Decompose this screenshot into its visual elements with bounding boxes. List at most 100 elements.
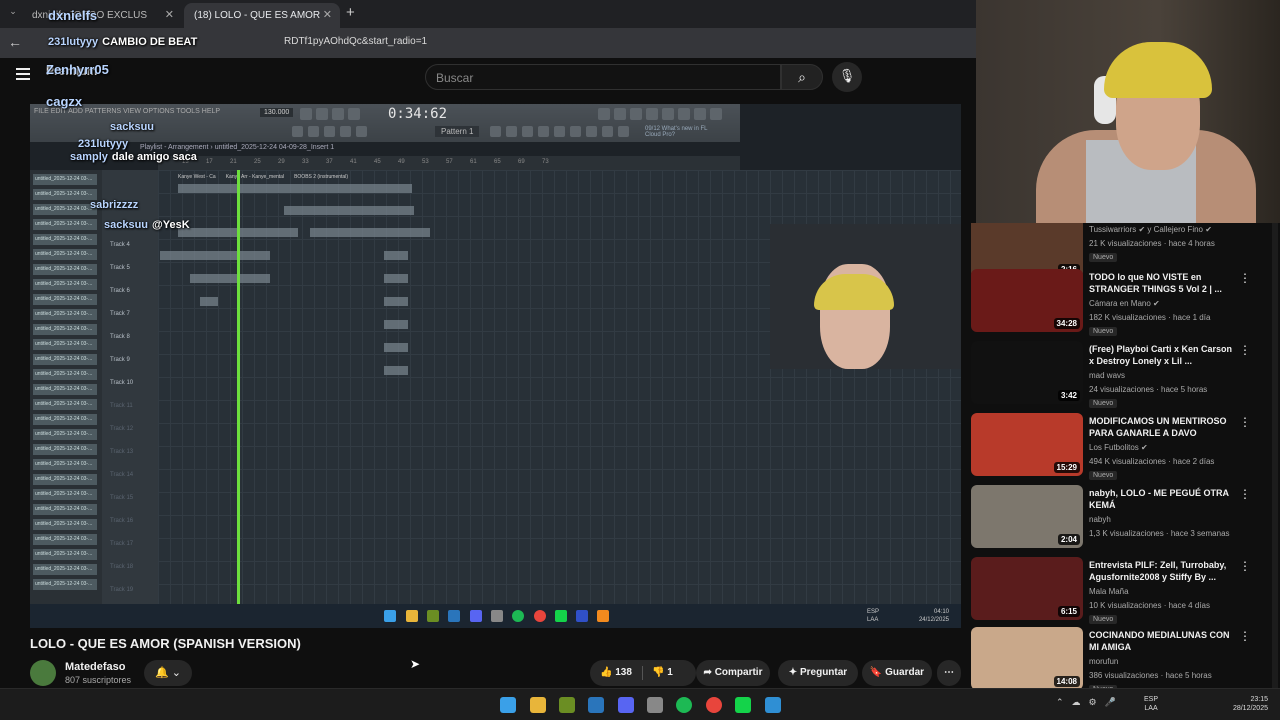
chevron-down-icon: ⌄ — [171, 667, 181, 679]
language-indicator[interactable]: ESP LAA — [1144, 695, 1158, 713]
tool-icon — [618, 126, 629, 137]
browser-tab-active[interactable]: (18) LOLO - QUE ES AMOR ✕ — [184, 3, 340, 28]
more-options-icon[interactable]: ⋮ — [1239, 629, 1251, 643]
back-arrow-icon[interactable]: ← — [8, 34, 22, 50]
tab-search-icon[interactable]: ⌄ — [5, 6, 21, 22]
chat-message: 231lutyyy — [78, 138, 132, 150]
video-thumbnail[interactable]: 15:29 — [971, 413, 1083, 476]
close-tab-icon[interactable]: ✕ — [323, 8, 332, 21]
share-button[interactable]: ➦ Compartir — [696, 660, 770, 686]
more-options-icon[interactable]: ⋮ — [1239, 271, 1251, 285]
system-tray[interactable]: ⌃☁⚙🎤 — [1056, 697, 1124, 708]
like-button[interactable]: 👍 138 — [600, 667, 632, 678]
dislike-button[interactable]: 👎 1 — [652, 667, 673, 678]
chrome-icon[interactable] — [706, 697, 722, 713]
channel-avatar[interactable] — [30, 660, 56, 686]
video-thumbnail[interactable]: 34:28 — [971, 269, 1083, 332]
recommended-title[interactable]: TODO lo que NO VISTE en STRANGER THINGS … — [1089, 271, 1239, 295]
notepad-icon[interactable] — [765, 697, 781, 713]
recommended-channel[interactable]: mad wavs — [1089, 371, 1125, 380]
channel-name[interactable]: Matedefaso — [65, 661, 126, 673]
discord-icon[interactable] — [618, 697, 634, 713]
timeline-mark: 73 — [542, 159, 549, 165]
recommended-channel[interactable]: Mala Maña — [1089, 587, 1129, 596]
minecraft-icon[interactable] — [559, 697, 575, 713]
new-tab-button[interactable]: + — [346, 4, 355, 21]
recommended-video[interactable]: 2:04 nabyh, LOLO - ME PEGUÉ OTRA KEMÁ ⋮ nab… — [971, 485, 1271, 551]
chat-username: Zenhyrr05 — [46, 62, 109, 77]
chat-message: sacksuu — [110, 121, 158, 133]
microphone-icon[interactable]: 🎙 — [832, 62, 862, 92]
chat-message: cagzx — [46, 94, 86, 109]
sidebar-scrollbar[interactable] — [1272, 223, 1278, 688]
tool-icon — [348, 108, 360, 120]
menu-icon[interactable] — [16, 68, 30, 80]
recommended-title[interactable]: nabyh, LOLO - ME PEGUÉ OTRA KEMÁ — [1089, 487, 1239, 511]
search-icon[interactable]: ⌕ — [781, 64, 823, 90]
tool-icon — [490, 126, 501, 137]
chat-text: @YesK — [152, 219, 190, 231]
youtube-header: Premium Buscar ⌕ 🎙 — [0, 58, 976, 98]
recommended-video[interactable]: 14:08 COCINANDO MEDIALUNAS CON MI AMIGA ⋮ m… — [971, 627, 1271, 688]
audio-clip — [384, 274, 408, 283]
video-thumbnail[interactable]: 14:08 — [971, 627, 1083, 688]
video-thumbnail[interactable]: 6:15 — [971, 557, 1083, 620]
recommended-title[interactable]: MODIFICAMOS UN MENTIROSO PARA GANARLE A … — [1089, 415, 1239, 439]
chat-message: 231lutyyy CAMBIO DE BEAT — [48, 36, 197, 48]
recommended-channel[interactable]: Cámara en Mano ✔ — [1089, 299, 1160, 308]
mouse-cursor: ➤ — [410, 657, 421, 671]
channel-rack-item: untitled_2025-12-24 03-... — [33, 399, 97, 410]
notification-bell-button[interactable]: 🔔 ⌄ — [144, 660, 192, 686]
system-clock[interactable]: 23:15 28/12/2025 — [1228, 695, 1268, 713]
recommended-video[interactable]: 3:42 (Free) Playboi Carti x Ken Carson x … — [971, 341, 1271, 408]
playhead — [237, 170, 240, 604]
browser-tab[interactable]: dxnielfs JORGO EXCLUS ✕ — [22, 3, 182, 28]
more-options-icon[interactable]: ⋮ — [1239, 415, 1251, 429]
folder-icon — [406, 610, 418, 622]
recommended-title[interactable]: COCINANDO MEDIALUNAS CON MI AMIGA — [1089, 629, 1239, 653]
recommended-video[interactable]: 34:28 TODO lo que NO VISTE en STRANGER TH… — [971, 269, 1271, 336]
more-options-icon[interactable]: ⋮ — [1239, 487, 1251, 501]
steam-icon — [448, 610, 460, 622]
obs-icon[interactable] — [647, 697, 663, 713]
video-thumbnail[interactable]: 2:04 — [971, 485, 1083, 548]
video-thumbnail[interactable]: 3:42 — [971, 341, 1083, 404]
close-tab-icon[interactable]: ✕ — [165, 8, 174, 21]
timeline-mark: 61 — [470, 159, 477, 165]
channel-rack-item: untitled_2025-12-24 03-... — [33, 189, 97, 200]
recommended-channel[interactable]: nabyh — [1089, 515, 1111, 524]
channel-rack-item: untitled_2025-12-24 03-... — [33, 459, 97, 470]
video-player[interactable]: FILE EDIT ADD PATTERNS VIEW OPTIONS TOOL… — [30, 104, 961, 628]
search-input[interactable]: Buscar — [425, 64, 781, 90]
more-options-icon[interactable]: ⋮ — [1239, 559, 1251, 573]
recommended-channel[interactable]: Tussiwarriors ✔ y Callejero Fino ✔ — [1089, 225, 1212, 234]
ask-button[interactable]: ✦ Preguntar — [778, 660, 858, 686]
timeline-mark: 53 — [422, 159, 429, 165]
timeline-mark: 37 — [326, 159, 333, 165]
channel-rack-item: untitled_2025-12-24 03-... — [33, 519, 97, 530]
chat-message: sabrizzzz — [90, 199, 142, 211]
recommended-channel[interactable]: Los Futbolitos ✔ — [1089, 443, 1148, 452]
recommended-title[interactable]: Entrevista PILF: Zell, Turrobaby, Agusfo… — [1089, 559, 1239, 583]
channel-rack-item: untitled_2025-12-24 03-... — [33, 204, 97, 215]
audio-clip — [384, 320, 408, 329]
steam-icon[interactable] — [588, 697, 604, 713]
recommended-title[interactable]: (Free) Playboi Carti x Ken Carson x Dest… — [1089, 343, 1239, 367]
recommended-video[interactable]: 6:15 Entrevista PILF: Zell, Turrobaby, Ag… — [971, 557, 1271, 624]
channel-rack-item: untitled_2025-12-24 03-... — [33, 489, 97, 500]
windows-start-icon[interactable] — [500, 697, 516, 713]
save-button[interactable]: 🔖 Guardar — [862, 660, 932, 686]
kick-icon[interactable] — [735, 697, 751, 713]
subscriber-count: 807 suscriptores — [65, 675, 132, 685]
more-actions-button[interactable]: ⋯ — [937, 660, 961, 686]
spotify-icon[interactable] — [676, 697, 692, 713]
recommended-meta: 21 K visualizaciones · hace 4 horas — [1089, 239, 1215, 248]
more-options-icon[interactable]: ⋮ — [1239, 343, 1251, 357]
share-label: Compartir — [714, 667, 763, 678]
recommended-video[interactable]: 15:29 MODIFICAMOS UN MENTIROSO PARA GANAR… — [971, 413, 1271, 480]
playlist-title: Playlist - Arrangement › untitled_2025-1… — [140, 144, 335, 151]
recommended-channel[interactable]: morufun — [1089, 657, 1118, 666]
tool-icon — [614, 108, 626, 120]
folder-icon[interactable] — [530, 697, 546, 713]
video-duration: 15:29 — [1053, 462, 1080, 473]
